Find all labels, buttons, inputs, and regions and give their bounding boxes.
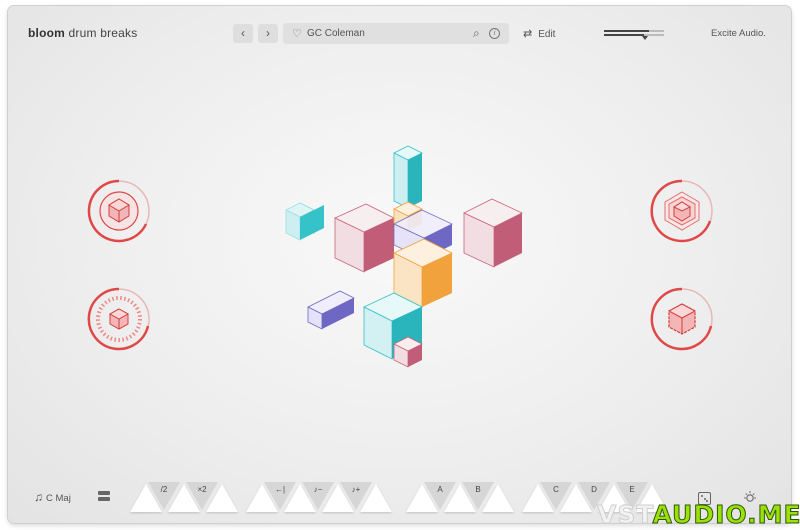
prev-preset-button[interactable]: ‹ (233, 24, 253, 43)
cube-small-teal (285, 202, 324, 241)
layout-icon[interactable] (98, 491, 110, 502)
cube-visualizer (285, 145, 523, 368)
edit-button[interactable]: ⇄ Edit (523, 27, 555, 40)
brand-bold: bloom (28, 26, 65, 40)
maker-logo: Excite Audio. (711, 28, 766, 39)
product-title: bloom drum breaks (28, 26, 137, 40)
plugin-window: bloom drum breaks ‹ › ♡ GC Coleman ⌕ i ⇄… (8, 6, 791, 523)
swap-icon: ⇄ (523, 28, 533, 40)
cube-small-pink (393, 336, 423, 368)
watermark: VSTAUDIO.ME (596, 500, 800, 530)
watermark-part2: AUDIO.ME (652, 500, 800, 530)
cube-pink-right (463, 198, 523, 268)
knob-top-left[interactable] (86, 178, 152, 244)
bar-purple (307, 290, 355, 330)
music-note-icon: ♫ (34, 490, 43, 504)
info-icon[interactable]: i (489, 28, 500, 39)
knob-bottom-right[interactable] (649, 286, 715, 352)
brand-rest: drum breaks (65, 26, 138, 40)
pad-up[interactable] (206, 484, 238, 512)
preset-selector[interactable]: ♡ GC Coleman ⌕ i (283, 23, 509, 44)
chevron-right-icon: › (266, 26, 270, 40)
preset-name: GC Coleman (307, 28, 365, 39)
pad-up[interactable] (360, 484, 392, 512)
cube-orange-center (393, 238, 453, 308)
key-label: C Maj (46, 493, 71, 504)
heart-icon[interactable]: ♡ (292, 27, 302, 40)
top-bar: bloom drum breaks ‹ › ♡ GC Coleman ⌕ i ⇄… (8, 6, 791, 60)
volume-slider[interactable] (604, 30, 664, 40)
pad-up[interactable] (482, 484, 514, 512)
cube-tall-teal (393, 145, 423, 209)
key-selector[interactable]: ♫ C Maj (34, 490, 71, 504)
chevron-left-icon: ‹ (241, 26, 245, 40)
knob-top-right[interactable] (649, 178, 715, 244)
cube-pink-left (334, 203, 395, 273)
edit-label: Edit (538, 29, 556, 40)
knob-bottom-left[interactable] (86, 286, 152, 352)
search-icon[interactable]: ⌕ (473, 26, 480, 41)
watermark-part1: VST (596, 500, 653, 530)
slider-thumb[interactable] (642, 36, 648, 40)
next-preset-button[interactable]: › (258, 24, 278, 43)
